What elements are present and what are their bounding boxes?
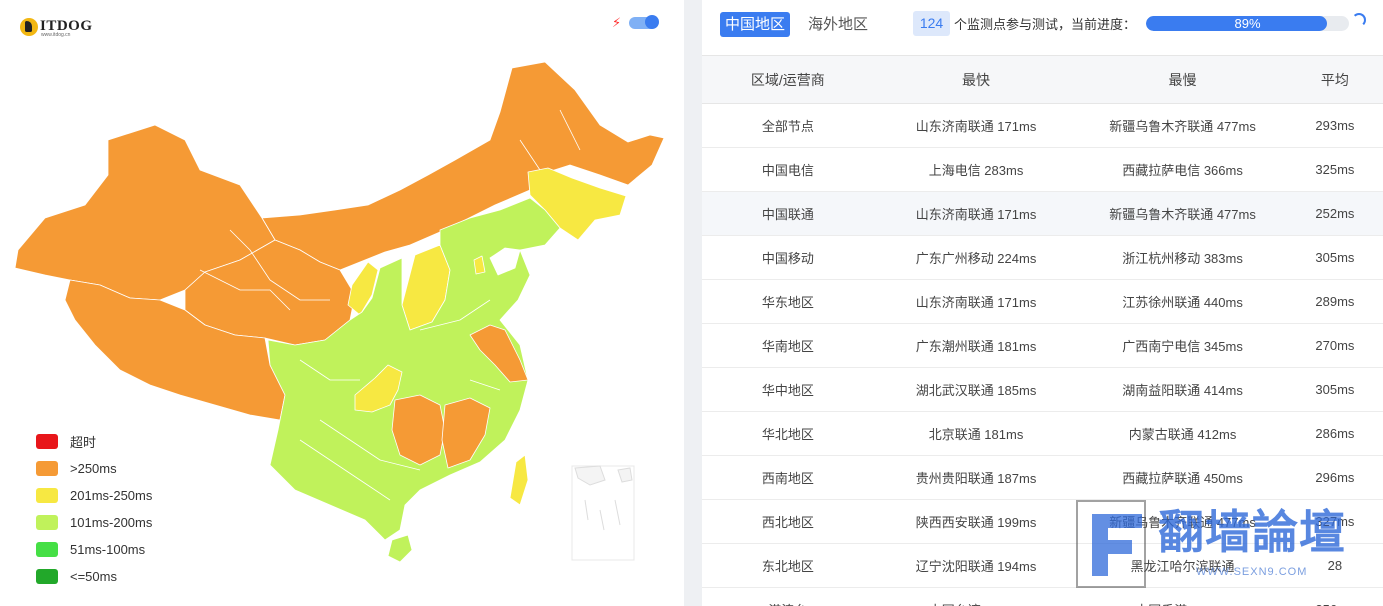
latency-legend: 超时 >250ms 201ms-250ms 101ms-200ms 51ms-1… <box>36 428 152 590</box>
table-row[interactable]: 华中地区 湖北武汉联通 185ms 湖南益阳联通 414ms 305ms <box>702 367 1383 412</box>
cell-fastest: 广东广州移动 224ms <box>873 235 1079 280</box>
table-row[interactable]: 西南地区 贵州贵阳联通 187ms 西藏拉萨联通 450ms 296ms <box>702 455 1383 500</box>
region-hainan[interactable] <box>387 534 413 563</box>
itdog-logo: ITDOG www.itdog.cn <box>20 18 93 38</box>
legend-swatch <box>36 488 58 503</box>
table-row[interactable]: 全部节点 山东济南联通 171ms 新疆乌鲁木齐联通 477ms 293ms <box>702 103 1383 148</box>
cell-slowest: 西藏拉萨联通 450ms <box>1078 455 1287 500</box>
col-header-fastest[interactable]: 最快 <box>873 56 1079 104</box>
region-hunan[interactable] <box>391 394 446 466</box>
legend-label: 201ms-250ms <box>70 488 153 503</box>
legend-item-le-50[interactable]: <=50ms <box>36 563 152 590</box>
legend-swatch <box>36 569 58 584</box>
cell-fastest: 辽宁沈阳联通 194ms <box>873 543 1079 588</box>
table-row[interactable]: 华南地区 广东潮州联通 181ms 广西南宁电信 345ms 270ms <box>702 323 1383 368</box>
col-header-average[interactable]: 平均 <box>1286 56 1383 104</box>
cell-average: 305ms <box>1286 367 1383 412</box>
cell-region: 东北地区 <box>702 543 874 588</box>
region-taiwan[interactable] <box>509 454 529 506</box>
cell-average: 296ms <box>1286 455 1383 500</box>
cell-slowest: 新疆乌鲁木齐联通 477ms <box>1078 103 1287 148</box>
cell-slowest: 浙江杭州移动 383ms <box>1078 235 1287 280</box>
cell-average: 325ms <box>1286 147 1383 192</box>
progress-label: 89% <box>1234 16 1261 31</box>
lightning-icon: ⚡ <box>612 15 622 30</box>
cell-region: 中国联通 <box>702 191 874 236</box>
cell-fastest: 贵州贵阳联通 187ms <box>873 455 1079 500</box>
cell-fastest: 陕西西安联通 199ms <box>873 499 1079 544</box>
toggle-knob <box>645 15 659 29</box>
panel-divider <box>684 0 702 606</box>
map-panel: ITDOG www.itdog.cn ⚡ 超时 >250ms 201ms-250… <box>0 0 684 606</box>
legend-item-101-200[interactable]: 101ms-200ms <box>36 509 152 536</box>
cell-average: 252ms <box>1286 191 1383 236</box>
cell-fastest: 湖北武汉联通 185ms <box>873 367 1079 412</box>
node-count-badge: 124 <box>913 11 950 36</box>
legend-swatch <box>36 461 58 476</box>
table-row[interactable]: 中国移动 广东广州移动 224ms 浙江杭州移动 383ms 305ms <box>702 235 1383 280</box>
table-header-row: 区域/运营商 最快 最慢 平均 <box>702 56 1383 104</box>
cell-fastest: 广东潮州联通 181ms <box>873 323 1079 368</box>
cell-fastest: 中国台湾 246ms <box>873 587 1079 606</box>
cell-slowest: 广西南宁电信 345ms <box>1078 323 1287 368</box>
legend-item-over-250[interactable]: >250ms <box>36 455 152 482</box>
cell-average: 293ms <box>1286 103 1383 148</box>
legend-swatch <box>36 542 58 557</box>
legend-label: 101ms-200ms <box>70 515 153 530</box>
legend-swatch <box>36 515 58 530</box>
cell-region: 中国移动 <box>702 235 874 280</box>
progress-bar: 89% <box>1146 16 1349 31</box>
watermark-logo-icon <box>1092 514 1142 576</box>
legend-item-51-100[interactable]: 51ms-100ms <box>36 536 152 563</box>
col-header-region[interactable]: 区域/运营商 <box>702 56 874 104</box>
legend-label: 超时 <box>70 435 97 450</box>
logo-url: www.itdog.cn <box>41 32 71 38</box>
cell-region: 西北地区 <box>702 499 874 544</box>
table-row[interactable]: 中国电信 上海电信 283ms 西藏拉萨电信 366ms 325ms <box>702 147 1383 192</box>
progress-text: 个监测点参与测试，当前进度： <box>954 17 1137 32</box>
table-row[interactable]: 华东地区 山东济南联通 171ms 江苏徐州联通 440ms 289ms <box>702 279 1383 324</box>
cell-region: 全部节点 <box>702 103 874 148</box>
watermark: 翻墙論壇 WWW.SEXN9.COM <box>1076 500 1376 592</box>
tab-overseas[interactable]: 海外地区 <box>808 12 868 37</box>
legend-swatch <box>36 434 58 449</box>
legend-item-201-250[interactable]: 201ms-250ms <box>36 482 152 509</box>
cell-region: 华东地区 <box>702 279 874 324</box>
dog-icon <box>20 18 38 36</box>
cell-fastest: 北京联通 181ms <box>873 411 1079 456</box>
table-row[interactable]: 中国联通 山东济南联通 171ms 新疆乌鲁木齐联通 477ms 252ms <box>702 191 1383 236</box>
cell-average: 286ms <box>1286 411 1383 456</box>
cell-region: 西南地区 <box>702 455 874 500</box>
cell-region: 华北地区 <box>702 411 874 456</box>
cell-average: 270ms <box>1286 323 1383 368</box>
watermark-url: WWW.SEXN9.COM <box>1196 566 1308 578</box>
cell-region: 港澳台 <box>702 587 874 606</box>
cell-region: 华南地区 <box>702 323 874 368</box>
cell-average: 289ms <box>1286 279 1383 324</box>
cell-fastest: 山东济南联通 171ms <box>873 279 1079 324</box>
table-row[interactable]: 华北地区 北京联通 181ms 内蒙古联通 412ms 286ms <box>702 411 1383 456</box>
watermark-text: 翻墙論壇 <box>1158 506 1346 558</box>
legend-label: >250ms <box>70 461 117 476</box>
cell-average: 305ms <box>1286 235 1383 280</box>
cell-fastest: 上海电信 283ms <box>873 147 1079 192</box>
cell-fastest: 山东济南联通 171ms <box>873 191 1079 236</box>
cell-slowest: 新疆乌鲁木齐联通 477ms <box>1078 191 1287 236</box>
results-header: 中国地区 海外地区 124 个监测点参与测试，当前进度： 89% <box>702 0 1383 56</box>
cell-slowest: 江苏徐州联通 440ms <box>1078 279 1287 324</box>
cell-fastest: 山东济南联通 171ms <box>873 103 1079 148</box>
cell-slowest: 湖南益阳联通 414ms <box>1078 367 1287 412</box>
cell-slowest: 内蒙古联通 412ms <box>1078 411 1287 456</box>
cell-region: 华中地区 <box>702 367 874 412</box>
loading-spinner-icon <box>1352 13 1366 27</box>
legend-label: 51ms-100ms <box>70 542 146 557</box>
cell-slowest: 西藏拉萨电信 366ms <box>1078 147 1287 192</box>
legend-label: <=50ms <box>70 569 117 584</box>
col-header-slowest[interactable]: 最慢 <box>1078 56 1287 104</box>
south-china-sea-inset <box>571 465 635 561</box>
map-toggle-switch[interactable] <box>629 15 659 29</box>
legend-item-timeout[interactable]: 超时 <box>36 428 152 455</box>
tab-china[interactable]: 中国地区 <box>720 12 791 37</box>
cell-region: 中国电信 <box>702 147 874 192</box>
